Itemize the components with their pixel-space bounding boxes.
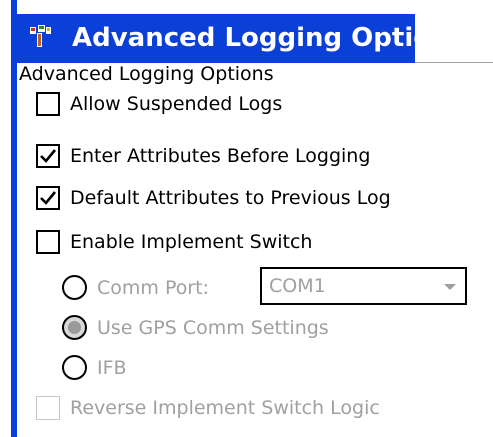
title-bar: Advanced Logging Options (17, 14, 465, 63)
checkmark-icon (40, 149, 57, 163)
use-gps-comm-settings-radio[interactable] (62, 315, 87, 340)
enter-attributes-before-logging-label: Enter Attributes Before Logging (70, 145, 371, 167)
enable-implement-switch-option[interactable]: Enable Implement Switch (36, 230, 312, 254)
divider (415, 62, 493, 63)
enter-attributes-before-logging-option[interactable]: Enter Attributes Before Logging (36, 144, 370, 168)
default-attributes-to-previous-log-checkbox[interactable] (36, 186, 60, 210)
allow-suspended-logs-checkbox[interactable] (36, 92, 60, 116)
checkmark-icon (40, 191, 57, 205)
comm-port-label: Comm Port: (97, 276, 210, 299)
advanced-logging-options-window: Advanced Logging Options Advanced Loggin… (0, 0, 493, 437)
default-attributes-to-previous-log-label: Default Attributes to Previous Log (70, 187, 391, 209)
enable-implement-switch-label: Enable Implement Switch (70, 231, 313, 253)
app-icon (27, 23, 53, 49)
ifb-radio[interactable] (62, 355, 87, 380)
window-title: Advanced Logging Options (72, 23, 466, 53)
comm-port-option[interactable]: Comm Port: (62, 275, 209, 300)
radio-dot-icon (68, 321, 81, 334)
use-gps-comm-settings-option[interactable]: Use GPS Comm Settings (62, 315, 329, 340)
ifb-label: IFB (97, 356, 127, 379)
enable-implement-switch-checkbox[interactable] (36, 230, 60, 254)
comm-port-radio[interactable] (62, 275, 87, 300)
default-attributes-to-previous-log-option[interactable]: Default Attributes to Previous Log (36, 186, 391, 210)
allow-suspended-logs-option[interactable]: Allow Suspended Logs (36, 92, 282, 116)
enter-attributes-before-logging-checkbox[interactable] (36, 144, 60, 168)
reverse-implement-switch-logic-label: Reverse Implement Switch Logic (70, 397, 380, 419)
chevron-down-icon[interactable] (444, 284, 456, 290)
reverse-implement-switch-logic-checkbox[interactable] (36, 396, 60, 420)
ifb-option[interactable]: IFB (62, 355, 127, 380)
comm-port-value: COM1 (269, 275, 326, 297)
comm-port-select[interactable]: COM1 (260, 267, 467, 305)
reverse-implement-switch-logic-option[interactable]: Reverse Implement Switch Logic (36, 396, 380, 420)
window-left-border (11, 0, 17, 437)
group-label: Advanced Logging Options (19, 63, 274, 85)
use-gps-comm-settings-label: Use GPS Comm Settings (97, 316, 329, 339)
allow-suspended-logs-label: Allow Suspended Logs (70, 93, 283, 115)
